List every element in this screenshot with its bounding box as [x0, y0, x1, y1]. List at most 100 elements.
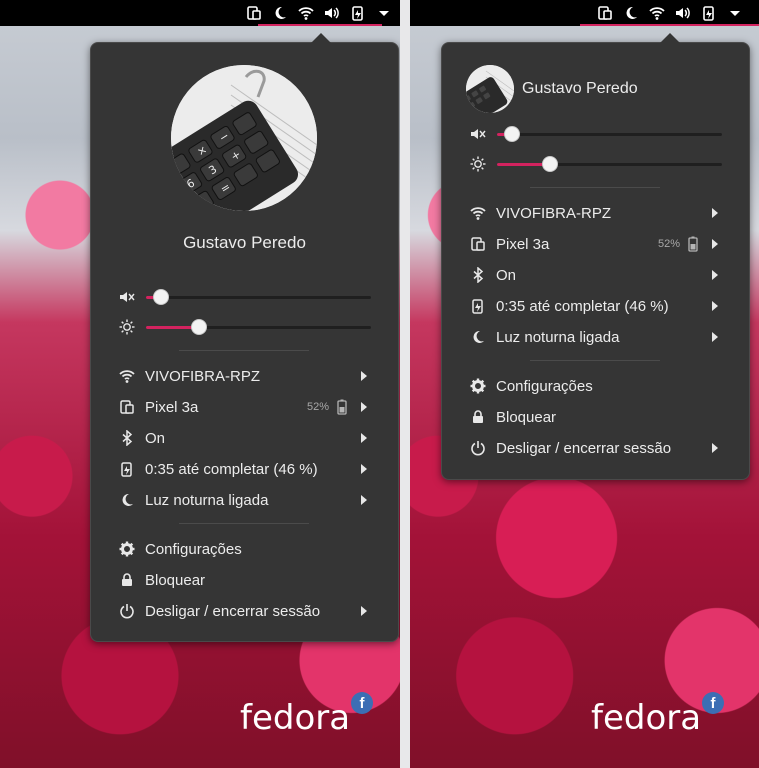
submenu-arrow-icon: [712, 332, 718, 342]
wifi-menu-item[interactable]: VIVOFIBRA-RPZ: [442, 198, 749, 228]
menu-caret: [311, 33, 331, 43]
settings-menu-item[interactable]: Configurações: [91, 534, 398, 564]
lock-label: Bloquear: [496, 408, 557, 426]
fedora-logo: fedora: [240, 698, 351, 738]
gear-icon: [119, 541, 135, 557]
power-status-menu-item[interactable]: 0:35 até completar (46 %): [442, 291, 749, 321]
night-light-menu-item[interactable]: Luz noturna ligada: [442, 322, 749, 352]
submenu-arrow-icon: [361, 371, 367, 381]
moon-icon: [470, 329, 486, 345]
settings-menu-item[interactable]: Configurações: [442, 371, 749, 401]
wifi-icon: [119, 368, 135, 384]
submenu-arrow-icon: [361, 464, 367, 474]
top-bar: [0, 0, 400, 26]
battery-charging-icon: [119, 461, 135, 477]
phone-icon: [119, 399, 135, 415]
brightness-slider-knob[interactable]: [191, 319, 207, 335]
brightness-slider[interactable]: [146, 319, 371, 335]
separator: [179, 350, 309, 351]
user-avatar[interactable]: × −6 3 + =: [171, 65, 317, 211]
separator: [530, 360, 660, 361]
battery-charging-icon: [701, 5, 717, 21]
bluetooth-menu-item[interactable]: On: [442, 260, 749, 290]
bluetooth-label: On: [145, 429, 166, 447]
wifi-icon: [470, 205, 486, 221]
submenu-arrow-icon: [361, 402, 367, 412]
brightness-slider[interactable]: [497, 156, 722, 172]
brightness-slider-row: [91, 317, 398, 337]
fedora-badge-icon: f: [351, 692, 373, 714]
device-label: Pixel 3a: [496, 235, 550, 253]
gear-icon: [470, 378, 486, 394]
top-bar-accent: [258, 24, 382, 26]
lock-icon: [119, 572, 135, 588]
power-icon: [119, 603, 135, 619]
brightness-slider-knob[interactable]: [542, 156, 558, 172]
system-status-area[interactable]: [597, 5, 743, 21]
power-status-menu-item[interactable]: 0:35 até completar (46 %): [91, 454, 398, 484]
user-name[interactable]: Gustavo Peredo: [522, 80, 638, 98]
wifi-menu-item[interactable]: VIVOFIBRA-RPZ: [91, 361, 398, 391]
phone-icon: [597, 5, 613, 21]
night-light-label: Luz noturna ligada: [496, 328, 620, 346]
device-menu-item[interactable]: Pixel 3a 52%: [442, 229, 749, 259]
wifi-icon: [298, 5, 314, 21]
volume-slider-knob[interactable]: [504, 126, 520, 142]
submenu-arrow-icon: [712, 208, 718, 218]
shutdown-menu-item[interactable]: Desligar / encerrar sessão: [91, 596, 398, 626]
volume-icon: [675, 5, 691, 21]
volume-slider-knob[interactable]: [153, 289, 169, 305]
top-bar-accent: [580, 24, 759, 26]
separator: [530, 187, 660, 188]
volume-slider[interactable]: [497, 126, 722, 142]
fedora-badge-icon: f: [702, 692, 724, 714]
lock-menu-item[interactable]: Bloquear: [442, 402, 749, 432]
user-avatar[interactable]: [466, 65, 514, 113]
submenu-arrow-icon: [712, 443, 718, 453]
device-menu-item[interactable]: Pixel 3a 52%: [91, 392, 398, 422]
left-screenshot-pane: ×−63+= Gustavo Peredo VIVOFIBRA-RPZ: [0, 0, 400, 768]
dropdown-arrow-icon: [727, 5, 743, 21]
phone-icon: [246, 5, 262, 21]
separator: [179, 523, 309, 524]
bluetooth-icon: [470, 267, 486, 283]
submenu-arrow-icon: [361, 495, 367, 505]
brightness-icon: [119, 319, 135, 335]
wifi-label: VIVOFIBRA-RPZ: [145, 367, 261, 385]
submenu-arrow-icon: [361, 606, 367, 616]
system-menu-compact: Gustavo Peredo VIVOFIBRA-RPZ Pixel 3a 52: [441, 33, 750, 480]
system-status-area[interactable]: [246, 5, 392, 21]
submenu-arrow-icon: [712, 270, 718, 280]
volume-muted-icon: [470, 126, 486, 142]
right-screenshot-pane: Gustavo Peredo VIVOFIBRA-RPZ Pixel 3a 52: [410, 0, 759, 768]
moon-icon: [119, 492, 135, 508]
device-battery-percent: 52%: [658, 238, 681, 250]
night-light-label: Luz noturna ligada: [145, 491, 269, 509]
moon-icon: [272, 5, 288, 21]
dropdown-arrow-icon: [376, 5, 392, 21]
phone-icon: [470, 236, 486, 252]
bluetooth-label: On: [496, 266, 517, 284]
device-label: Pixel 3a: [145, 398, 199, 416]
volume-slider[interactable]: [146, 289, 371, 305]
brightness-slider-row: [442, 154, 749, 174]
submenu-arrow-icon: [712, 239, 718, 249]
night-light-menu-item[interactable]: Luz noturna ligada: [91, 485, 398, 515]
system-menu-expanded: ×−63+= Gustavo Peredo VIVOFIBRA-RPZ: [90, 33, 399, 642]
settings-label: Configurações: [145, 540, 242, 558]
wifi-label: VIVOFIBRA-RPZ: [496, 204, 612, 222]
battery-icon: [688, 236, 698, 252]
shutdown-label: Desligar / encerrar sessão: [496, 439, 672, 457]
user-name[interactable]: Gustavo Peredo: [91, 233, 398, 253]
lock-icon: [470, 409, 486, 425]
shutdown-menu-item[interactable]: Desligar / encerrar sessão: [442, 433, 749, 463]
brightness-icon: [470, 156, 486, 172]
shutdown-label: Desligar / encerrar sessão: [145, 602, 321, 620]
lock-menu-item[interactable]: Bloquear: [91, 565, 398, 595]
submenu-arrow-icon: [361, 433, 367, 443]
volume-muted-icon: [119, 289, 135, 305]
menu-caret: [660, 33, 680, 43]
bluetooth-menu-item[interactable]: On: [91, 423, 398, 453]
volume-slider-row: [442, 124, 749, 144]
power-status-label: 0:35 até completar (46 %): [496, 297, 669, 315]
